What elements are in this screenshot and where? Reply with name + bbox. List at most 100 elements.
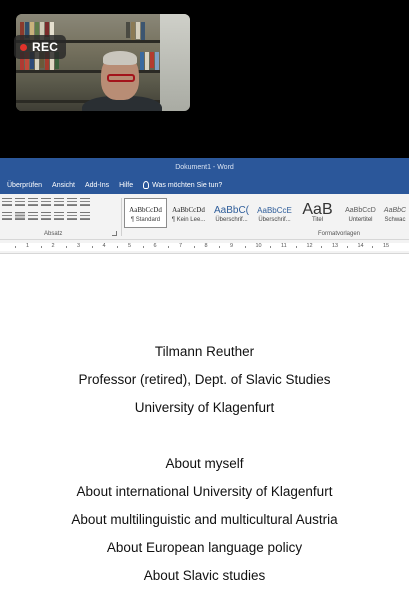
style-heading-1[interactable]: AaBbC( Überschrif...	[210, 198, 253, 228]
style-subtitle[interactable]: AaBbCcD Untertitel	[339, 198, 382, 228]
ruler-number: 4	[102, 243, 106, 249]
ruler-tick	[346, 246, 348, 248]
recording-indicator: REC	[14, 35, 67, 59]
ruler-tick	[372, 246, 374, 248]
style-standard[interactable]: AaBbCcDd ¶ Standard	[124, 198, 167, 228]
title-bar: Dokument1 - Word	[0, 158, 409, 176]
increase-indent-icon[interactable]	[54, 198, 64, 206]
decrease-indent-icon[interactable]	[41, 198, 51, 206]
tab-ansicht[interactable]: Ansicht	[52, 182, 75, 189]
ribbon: Absatz AaBbCcDd ¶ Standard AaBbCcDd ¶ Ke…	[0, 194, 409, 240]
ribbon-tabs: Überprüfen Ansicht Add-Ins Hilfe Was möc…	[0, 176, 409, 194]
lightbulb-icon	[143, 181, 150, 189]
agenda-item: About Slavic studies	[143, 568, 266, 583]
paragraph-group-label: Absatz	[44, 231, 63, 237]
ruler-number: 14	[357, 243, 364, 249]
tell-me-search[interactable]: Was möchten Sie tun?	[143, 181, 222, 189]
ruler-number: 2	[51, 243, 55, 249]
agenda-item: About international University of Klagen…	[76, 484, 333, 499]
record-dot-icon	[20, 43, 27, 51]
ruler-tick	[193, 246, 195, 248]
person-hair	[103, 51, 137, 65]
agenda-item: About European language policy	[106, 540, 303, 555]
ruler-tick	[295, 246, 297, 248]
word-window: Dokument1 - Word Überprüfen Ansicht Add-…	[0, 158, 409, 600]
align-right-icon[interactable]	[28, 212, 38, 220]
ruler-number: 9	[230, 243, 234, 249]
window-title: Dokument1 - Word	[175, 163, 234, 171]
style-name: Schwac	[384, 217, 406, 223]
ruler-tick	[15, 246, 17, 248]
group-separator	[121, 198, 122, 236]
ruler-tick	[40, 246, 42, 248]
author-position: Professor (retired), Dept. of Slavic Stu…	[78, 372, 331, 387]
align-center-icon[interactable]	[15, 212, 25, 220]
style-sample: AaBbCcD	[345, 206, 376, 214]
ruler-number: 15	[383, 243, 390, 249]
align-left-icon[interactable]	[2, 212, 12, 220]
ruler-number: 11	[281, 243, 287, 249]
ruler-tick	[244, 246, 246, 248]
ruler-tick	[219, 246, 221, 248]
numbering-icon[interactable]	[15, 198, 25, 206]
ruler-number: 7	[179, 243, 183, 249]
webcam-video-tile	[16, 14, 190, 111]
styles-group-label: Formatvorlagen	[318, 231, 361, 237]
ruler-number: 10	[255, 243, 262, 249]
ruler-tick	[270, 246, 272, 248]
author-name: Tilmann Reuther	[154, 344, 255, 359]
style-sample: AaBbC	[383, 206, 407, 214]
ruler-tick	[321, 246, 323, 248]
style-sample: AaBbCcDd	[129, 206, 162, 214]
sort-icon[interactable]	[67, 198, 77, 206]
style-name: Überschrif...	[215, 217, 248, 223]
style-name: ¶ Standard	[130, 217, 161, 223]
books-row	[126, 22, 145, 40]
glasses	[107, 74, 135, 82]
style-title[interactable]: AaB Titel	[296, 198, 339, 228]
bullets-icon[interactable]	[2, 198, 12, 206]
agenda-item: About multilinguistic and multicultural …	[71, 512, 338, 527]
style-name: Untertitel	[348, 217, 373, 223]
ruler-number: 1	[26, 243, 30, 249]
agenda-item: About myself	[165, 456, 244, 471]
style-subtle-emphasis[interactable]: AaBbC Schwac	[382, 198, 408, 228]
screen: REC Dokument1 - Word Überprüfen Ansicht …	[0, 0, 409, 600]
style-heading-2[interactable]: AaBbCcE Überschrif...	[253, 198, 296, 228]
ruler-number: 8	[204, 243, 208, 249]
paragraph-tools	[2, 198, 120, 228]
tab-ueberpruefen[interactable]: Überprüfen	[7, 182, 42, 189]
show-formatting-icon[interactable]	[80, 198, 90, 206]
style-sample: AaBbCcE	[257, 205, 292, 215]
paragraph-dialog-launcher-icon[interactable]	[112, 231, 117, 236]
ruler-number: 12	[306, 243, 313, 249]
document-page[interactable]: Tilmann Reuther Professor (retired), Dep…	[0, 254, 409, 600]
style-name: Titel	[311, 217, 324, 223]
multilevel-list-icon[interactable]	[28, 198, 38, 206]
wall-background	[160, 14, 190, 111]
ruler-tick	[66, 246, 68, 248]
tab-add-ins[interactable]: Add-Ins	[85, 182, 109, 189]
ruler-tick	[168, 246, 170, 248]
horizontal-ruler[interactable]: 1 2 3 4 5 6 7 8 9 10 11 12 13 14 15	[0, 240, 409, 254]
style-sample: AaBbC(	[213, 204, 249, 216]
tab-hilfe[interactable]: Hilfe	[119, 182, 133, 189]
recording-label: REC	[32, 40, 59, 54]
style-sample: AaBbCcDd	[172, 206, 205, 214]
borders-icon[interactable]	[80, 212, 90, 220]
style-no-spacing[interactable]: AaBbCcDd ¶ Kein Lee...	[167, 198, 210, 228]
justify-icon[interactable]	[41, 212, 51, 220]
ruler-number: 5	[128, 243, 132, 249]
ruler-tick	[142, 246, 144, 248]
style-sample: AaB	[302, 201, 333, 218]
style-name: Überschrif...	[258, 217, 291, 223]
ruler-number: 3	[77, 243, 81, 249]
line-spacing-icon[interactable]	[54, 212, 64, 220]
ruler-tick	[117, 246, 119, 248]
style-name: ¶ Kein Lee...	[171, 217, 206, 223]
author-affiliation: University of Klagenfurt	[134, 400, 275, 415]
shading-icon[interactable]	[67, 212, 77, 220]
ruler-tick	[91, 246, 93, 248]
ruler-number: 6	[153, 243, 157, 249]
styles-gallery: AaBbCcDd ¶ Standard AaBbCcDd ¶ Kein Lee.…	[124, 198, 408, 228]
